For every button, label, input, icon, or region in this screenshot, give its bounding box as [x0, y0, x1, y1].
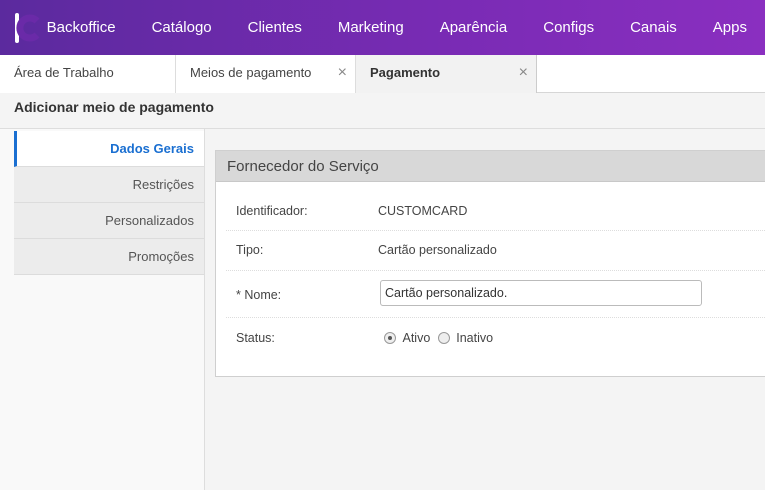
identificador-value: CUSTOMCARD — [378, 204, 468, 218]
close-icon[interactable]: × — [338, 55, 347, 91]
close-icon[interactable]: × — [519, 55, 528, 91]
tabs-bar: Área de Trabalho Meios de pagamento × Pa… — [0, 55, 765, 93]
nav-item-marketing[interactable]: Marketing — [320, 0, 422, 55]
tipo-label: Tipo: — [236, 243, 264, 257]
tab-pagamento[interactable]: Pagamento × — [356, 55, 537, 93]
nav-item-apps[interactable]: Apps — [695, 0, 765, 55]
sidebar-item-dados-gerais[interactable]: Dados Gerais — [14, 131, 204, 167]
tab-label: Pagamento — [370, 65, 441, 80]
tab-meios-de-pagamento[interactable]: Meios de pagamento × — [176, 55, 356, 93]
page-title: Adicionar meio de pagamento — [14, 99, 214, 115]
tab-area-de-trabalho[interactable]: Área de Trabalho — [0, 55, 176, 93]
sidebar-item-personalizados[interactable]: Personalizados — [14, 203, 204, 239]
field-row-status: Status: — [226, 318, 765, 358]
radio-inativo[interactable] — [437, 332, 450, 344]
radio-ativo-label[interactable]: Ativo — [402, 331, 430, 345]
tipo-value: Cartão personalizado — [378, 243, 497, 257]
sidebar-item-promocoes[interactable]: Promoções — [14, 239, 204, 275]
nav-item-aparencia[interactable]: Aparência — [422, 0, 526, 55]
status-radio-group: Ativo Inativo — [384, 331, 493, 345]
nome-input[interactable]: Cartão personalizado. — [380, 280, 702, 306]
field-row-identificador: Identificador: CUSTOMCARD — [226, 191, 765, 231]
radio-inativo-label[interactable]: Inativo — [456, 331, 493, 345]
nav-item-clientes[interactable]: Clientes — [230, 0, 320, 55]
nav-item-canais[interactable]: Canais — [612, 0, 695, 55]
sidebar-item-restricoes[interactable]: Restrições — [14, 167, 204, 203]
radio-ativo[interactable] — [384, 332, 396, 344]
field-row-tipo: Tipo: Cartão personalizado — [226, 231, 765, 271]
sidebar: Dados Gerais Restrições Personalizados P… — [0, 129, 205, 490]
brand-logo-icon[interactable] — [15, 12, 40, 43]
section-title: Fornecedor do Serviço — [216, 151, 765, 182]
status-label: Status: — [236, 331, 275, 345]
tab-label: Área de Trabalho — [14, 65, 114, 80]
top-nav: Backoffice Catálogo Clientes Marketing A… — [0, 0, 765, 55]
identificador-label: Identificador: — [236, 204, 308, 218]
nav-item-catalogo[interactable]: Catálogo — [134, 0, 230, 55]
nav-item-configs[interactable]: Configs — [525, 0, 612, 55]
nome-label: * Nome: — [236, 288, 282, 302]
tab-label: Meios de pagamento — [190, 65, 312, 80]
